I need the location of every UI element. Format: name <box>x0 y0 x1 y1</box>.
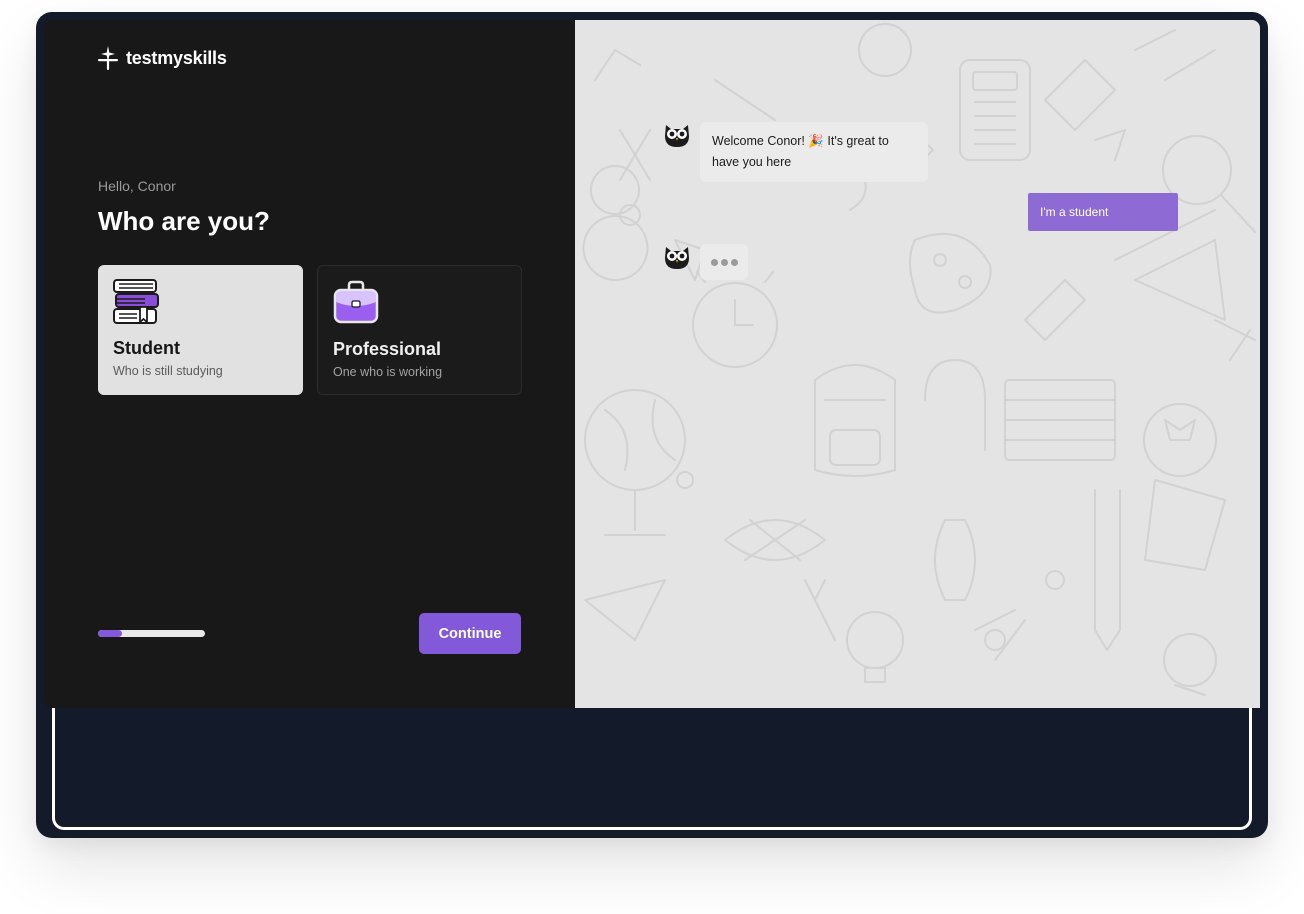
onboarding-progress-bar <box>98 630 205 637</box>
app-screen: testmyskills Hello, Conor Who are you? S… <box>44 20 1260 708</box>
briefcase-icon <box>333 280 379 324</box>
role-card-subtitle: Who is still studying <box>113 364 223 378</box>
brand-logo[interactable]: testmyskills <box>98 46 227 70</box>
stacked-books-icon <box>113 279 159 324</box>
brand-name: testmyskills <box>126 47 227 68</box>
typing-dot <box>710 258 718 266</box>
typing-indicator <box>700 244 748 280</box>
role-card-title: Student <box>113 338 180 358</box>
typing-dot <box>730 258 738 266</box>
typing-dot <box>720 258 728 266</box>
role-card-student[interactable]: Student Who is still studying <box>98 265 303 395</box>
chat-message-user: I'm a student <box>1028 193 1178 231</box>
chat-panel: Welcome Conor! 🎉 It's great to have you … <box>575 20 1260 708</box>
role-card-professional[interactable]: Professional One who is working <box>317 265 522 395</box>
onboarding-panel: testmyskills Hello, Conor Who are you? S… <box>44 20 575 708</box>
continue-button[interactable]: Continue <box>419 613 521 654</box>
sparkle-logo-icon <box>98 46 118 70</box>
chat-message-bot: Welcome Conor! 🎉 It's great to have you … <box>700 122 928 182</box>
owl-bot-avatar-icon <box>665 247 689 269</box>
progress-fill <box>98 630 122 637</box>
role-options: Student Who is still studying Profession… <box>98 265 522 395</box>
role-card-title: Professional <box>333 339 442 359</box>
page-title: Who are you? <box>98 206 270 236</box>
role-card-subtitle: One who is working <box>333 365 443 379</box>
greeting-text: Hello, Conor <box>98 178 176 194</box>
owl-bot-avatar-icon <box>665 125 689 147</box>
